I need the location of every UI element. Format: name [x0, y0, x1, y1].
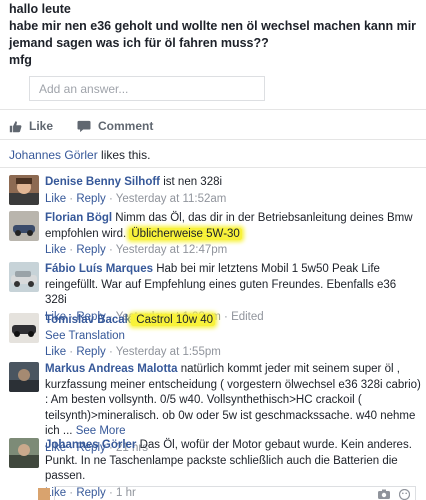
comment-like-link[interactable]: Like: [45, 244, 66, 256]
avatar[interactable]: [9, 211, 39, 241]
comment-reply-link[interactable]: Reply: [76, 244, 105, 256]
avatar[interactable]: [9, 438, 39, 468]
divider: [0, 109, 426, 110]
comment-action[interactable]: Comment: [77, 119, 153, 133]
avatar[interactable]: [9, 313, 39, 343]
comment-author-link[interactable]: Tomislav Bacak: [45, 314, 131, 326]
comment-body: Tomislav Bacak Castrol 10w 40 See Transl…: [45, 313, 421, 360]
thumbs-up-icon: [9, 120, 22, 132]
reply-composer: [9, 485, 416, 500]
comment-author-link[interactable]: Fábio Luís Marques: [45, 263, 153, 275]
comment-timestamp[interactable]: Yesterday at 11:52am: [116, 193, 227, 205]
comment-text: ist nen 328i: [160, 176, 223, 188]
question-text: hallo leute habe mir nen e36 geholt und …: [9, 1, 419, 69]
question-line: jemand sagen was ich für öl fahren muss?…: [9, 36, 269, 50]
comment-label: Comment: [98, 119, 154, 133]
comment-highlight: Üblicherweise 5W-30: [129, 227, 242, 240]
comment-reply-link[interactable]: Reply: [76, 193, 105, 205]
comment-timestamp[interactable]: Yesterday at 12:47pm: [116, 244, 227, 256]
comment-author-link[interactable]: Denise Benny Silhoff: [45, 176, 160, 188]
answer-input[interactable]: [30, 77, 264, 100]
avatar: [38, 488, 50, 500]
comment-highlight: Castrol 10w 40: [131, 314, 215, 326]
comment-icon: [77, 120, 91, 132]
likes-summary: Johannes Görler likes this.: [9, 148, 150, 162]
avatar[interactable]: [9, 362, 39, 392]
divider: [0, 139, 426, 140]
emoji-icon[interactable]: [399, 489, 410, 500]
see-translation-link[interactable]: See Translation: [45, 329, 421, 345]
comment-meta: Like · Reply · Yesterday at 11:52am: [45, 192, 227, 205]
question-line: hallo leute: [9, 2, 71, 16]
camera-icon[interactable]: [378, 489, 390, 499]
comment-meta: Like · Reply · Yesterday at 12:47pm: [45, 244, 228, 256]
comment-author-link[interactable]: Johannes Görler: [45, 439, 136, 451]
comment-author-link[interactable]: Markus Andreas Malotta: [45, 363, 178, 375]
question-line: habe mir nen e36 geholt und wollte nen ö…: [9, 19, 417, 33]
comment-meta: Like · Reply · Yesterday at 1:55pm: [45, 346, 221, 358]
comment-body: Denise Benny Silhoff ist nen 328i Like ·…: [45, 175, 421, 207]
question-line: mfg: [9, 53, 32, 67]
comment-body: Florian Bögl Nimm das Öl, das dir in der…: [45, 211, 421, 258]
avatar[interactable]: [9, 262, 39, 292]
reply-input[interactable]: [54, 486, 416, 500]
see-more-link[interactable]: See More: [76, 425, 126, 437]
comment-timestamp[interactable]: Yesterday at 1:55pm: [116, 346, 221, 358]
comment-like-link[interactable]: Like: [45, 346, 66, 358]
like-action[interactable]: Like: [9, 119, 53, 133]
answer-box[interactable]: [29, 76, 265, 101]
like-label: Like: [29, 119, 54, 133]
likes-suffix: likes this.: [97, 148, 151, 162]
comment-like-link[interactable]: Like: [45, 193, 66, 205]
liker-name-link[interactable]: Johannes Görler: [9, 148, 98, 162]
comment-author-link[interactable]: Florian Bögl: [45, 212, 112, 224]
avatar[interactable]: [9, 175, 39, 205]
action-bar: Like Comment: [9, 117, 177, 135]
comment-reply-link[interactable]: Reply: [76, 346, 105, 358]
divider: [0, 167, 426, 168]
